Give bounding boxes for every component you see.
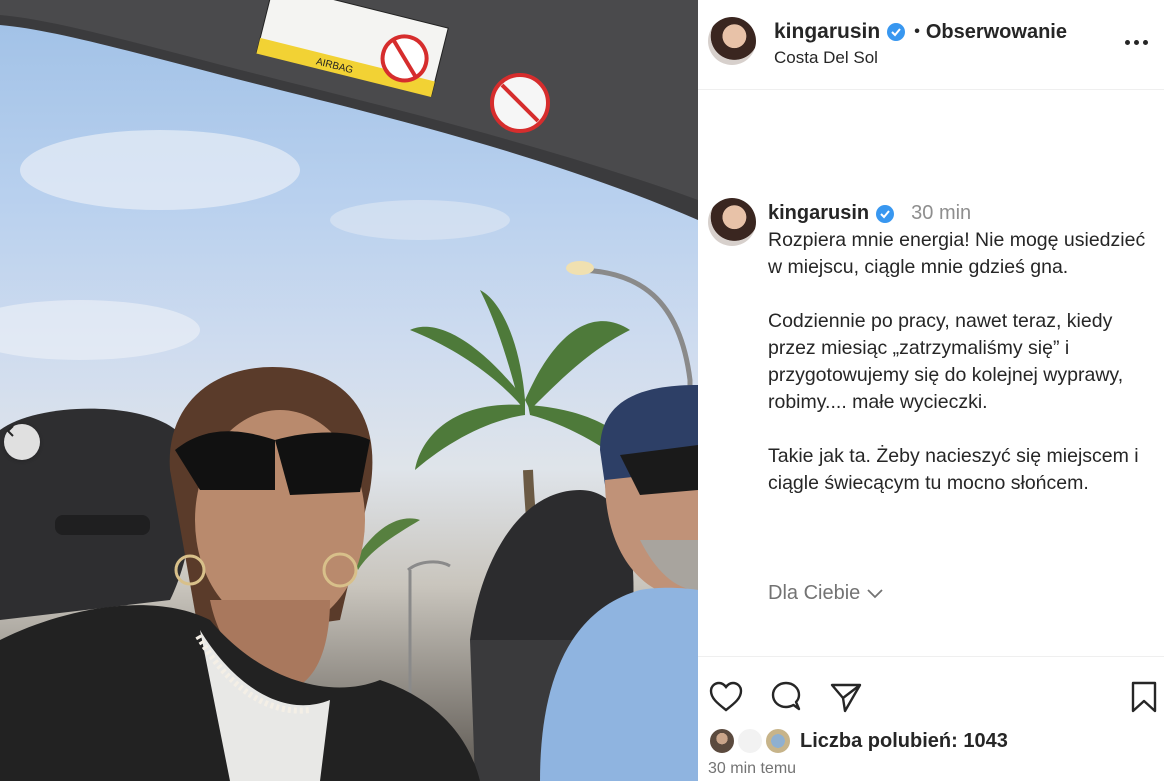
heart-icon[interactable]	[706, 677, 746, 717]
caption-timestamp[interactable]: 30 min	[911, 202, 971, 225]
author-username[interactable]: kingarusin	[774, 20, 880, 44]
verified-badge-icon	[875, 204, 895, 224]
follow-button[interactable]: Obserwowanie	[926, 21, 1067, 44]
likes-count[interactable]: Liczba polubień: 1043	[800, 730, 1008, 753]
chevron-down-icon	[866, 582, 884, 605]
caption-author-avatar[interactable]	[708, 198, 756, 246]
verified-badge-icon	[886, 22, 906, 42]
caption-paragraph: Rozpiera mnie energia! Nie mogę usiedzie…	[768, 229, 1146, 278]
post-location[interactable]: Costa Del Sol	[774, 48, 878, 68]
for-you-label: Dla Ciebie	[768, 582, 861, 604]
caption-paragraph: Takie jak ta. Żeby nacieszyć się miejsce…	[768, 445, 1139, 494]
post-side-panel: kingarusin • Obserwowanie Costa Del Sol …	[698, 0, 1164, 781]
liker-avatar[interactable]	[736, 727, 764, 755]
share-icon[interactable]	[826, 677, 866, 717]
likes-row: Liczba polubień: 1043	[708, 727, 1008, 755]
posted-time[interactable]: 30 min temu	[708, 760, 796, 778]
caption-paragraph: Codziennie po pracy, nawet teraz, kiedy …	[768, 310, 1124, 413]
caption-username[interactable]: kingarusin	[768, 202, 869, 225]
comment-icon[interactable]	[766, 677, 806, 717]
liker-avatar[interactable]	[708, 727, 736, 755]
author-avatar[interactable]	[708, 17, 756, 65]
liker-avatar[interactable]	[764, 727, 792, 755]
action-bar	[698, 656, 1164, 726]
more-options-icon[interactable]	[1116, 30, 1156, 54]
post-photo: AIRBAG	[0, 0, 698, 781]
post-media[interactable]: AIRBAG	[0, 0, 698, 781]
caption-text: Rozpiera mnie energia! Nie mogę usiedzie…	[768, 227, 1148, 524]
bookmark-icon[interactable]	[1124, 677, 1164, 717]
caption-area: kingarusin 30 min Rozpiera mnie energia!…	[698, 90, 1164, 655]
separator-dot: •	[914, 23, 920, 40]
for-you-dropdown[interactable]: Dla Ciebie	[768, 582, 884, 605]
post-header: kingarusin • Obserwowanie Costa Del Sol	[698, 0, 1164, 90]
carousel-prev-button[interactable]	[4, 424, 40, 460]
